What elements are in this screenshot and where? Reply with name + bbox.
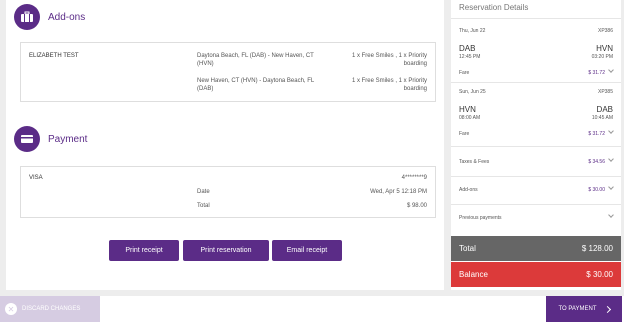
previous-payments-label: Previous payments — [459, 215, 502, 221]
chevron-right-icon — [603, 305, 611, 313]
arrival-time: 03:20 PM — [591, 54, 613, 60]
reservation-details-panel: Reservation Details Thu, Jun 22 XP386 DA… — [451, 0, 621, 290]
previous-payments-toggle — [605, 212, 614, 221]
total-label: Total — [197, 203, 210, 209]
fare-value: $ 31.72 — [588, 67, 614, 76]
taxes-value: $ 34.56 — [588, 156, 614, 165]
flight-times-row: 08:00 AM 10:45 AM — [459, 115, 613, 121]
discard-label: DISCARD CHANGES — [22, 306, 81, 312]
flight-number: XP385 — [597, 89, 613, 95]
flight-date-row: Sun, Jun 25 XP385 — [459, 89, 613, 95]
print-reservation-button[interactable]: Print reservation — [183, 240, 269, 261]
addons-row[interactable]: Add-ons $ 30.00 — [459, 184, 614, 193]
chevron-down-icon[interactable] — [608, 156, 614, 162]
balance-value: $ 30.00 — [586, 270, 613, 279]
card-number: 4********9 — [401, 175, 427, 181]
chevron-down-icon[interactable] — [608, 67, 614, 73]
flight-date: Thu, Jun 22 — [459, 28, 486, 34]
payment-method: VISA — [29, 175, 43, 181]
total-value: $ 98.00 — [406, 203, 427, 209]
addon-route: New Haven, CT (HVN) - Daytona Beach, FL … — [197, 78, 315, 92]
close-icon: ✕ — [5, 303, 17, 315]
addon-items: 1 x Free Smiles , 1 x Priority boarding — [351, 78, 427, 92]
flight-number: XP386 — [597, 28, 613, 34]
flight-route-row: DAB HVN — [459, 44, 613, 53]
origin-code: DAB — [459, 44, 476, 53]
addon-route: Daytona Beach, FL (DAB) - New Haven, CT … — [197, 53, 314, 67]
total-bar: Total $ 128.00 — [451, 236, 621, 261]
addon-items: 1 x Free Smiles , 1 x Priority boarding — [351, 53, 427, 67]
taxes-label: Taxes & Fees — [459, 159, 490, 165]
total-label: Total — [459, 244, 476, 253]
destination-code: HVN — [596, 44, 613, 53]
payment-title: Payment — [48, 133, 88, 145]
divider — [451, 176, 621, 177]
reservation-title: Reservation Details — [459, 3, 529, 12]
balance-bar: Balance $ 30.00 — [451, 262, 621, 287]
total-value: $ 128.00 — [581, 244, 613, 253]
footer-bar: ✕ DISCARD CHANGES TO PAYMENT — [0, 296, 624, 322]
origin-code: HVN — [459, 105, 476, 114]
balance-label: Balance — [459, 270, 488, 279]
discard-changes-button[interactable]: ✕ DISCARD CHANGES — [0, 296, 100, 322]
fare-label: Fare — [459, 131, 470, 137]
payment-header: Payment — [14, 126, 87, 152]
luggage-icon — [14, 4, 40, 30]
fare-value: $ 31.72 — [588, 128, 614, 137]
main-panel: Add-ons ELIZABETH TEST Daytona Beach, FL… — [6, 0, 444, 290]
date-value: Wed, Apr 5 12:18 PM — [370, 189, 427, 195]
credit-card-icon — [14, 126, 40, 152]
divider — [451, 82, 621, 83]
email-receipt-button[interactable]: Email receipt — [272, 240, 342, 261]
destination-code: DAB — [596, 105, 613, 114]
payment-box: VISA 4********9 Date Wed, Apr 5 12:18 PM… — [20, 166, 436, 218]
fare-label: Fare — [459, 70, 470, 76]
addons-box: ELIZABETH TEST Daytona Beach, FL (DAB) -… — [20, 42, 436, 102]
date-label: Date — [197, 189, 210, 195]
flight-date: Sun, Jun 25 — [459, 89, 486, 95]
flight-times-row: 12:45 PM 03:20 PM — [459, 54, 613, 60]
departure-time: 12:45 PM — [459, 54, 481, 60]
chevron-down-icon[interactable] — [608, 184, 614, 190]
to-payment-button[interactable]: TO PAYMENT — [546, 296, 622, 322]
chevron-down-icon[interactable] — [608, 128, 614, 134]
addons-title: Add-ons — [48, 11, 86, 23]
flight-route-row: HVN DAB — [459, 105, 613, 114]
arrival-time: 10:45 AM — [591, 115, 613, 121]
passenger-name: ELIZABETH TEST — [29, 53, 79, 59]
divider — [451, 18, 621, 19]
to-payment-label: TO PAYMENT — [558, 306, 597, 312]
chevron-down-icon[interactable] — [608, 212, 614, 218]
fare-row[interactable]: Fare $ 31.72 — [459, 67, 614, 76]
addons-label: Add-ons — [459, 187, 478, 193]
flight-date-row: Thu, Jun 22 XP386 — [459, 28, 613, 34]
previous-payments-row[interactable]: Previous payments — [459, 212, 614, 221]
taxes-row[interactable]: Taxes & Fees $ 34.56 — [459, 156, 614, 165]
addons-value: $ 30.00 — [588, 184, 614, 193]
divider — [451, 204, 621, 205]
print-receipt-button[interactable]: Print receipt — [109, 240, 179, 261]
fare-row[interactable]: Fare $ 31.72 — [459, 128, 614, 137]
addons-header: Add-ons — [14, 4, 85, 30]
departure-time: 08:00 AM — [459, 115, 481, 121]
divider — [451, 146, 621, 147]
